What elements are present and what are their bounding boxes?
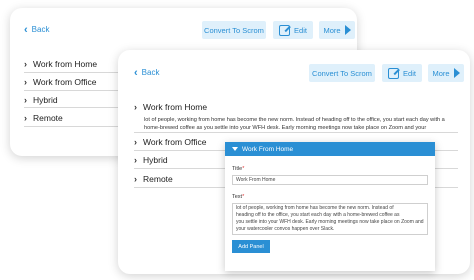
convert-label: Convert To Scrom xyxy=(204,25,264,35)
caret-right-icon: › xyxy=(24,59,27,69)
title-label-text: Title xyxy=(232,166,243,172)
caret-right-icon: › xyxy=(134,173,137,184)
add-panel-button[interactable]: Add Panel xyxy=(232,240,270,253)
text-area-line: heading off to the office, you start eac… xyxy=(236,212,400,218)
back-link[interactable]: ‹ Back xyxy=(24,23,50,36)
accordion-item-label: Hybrid xyxy=(143,155,168,165)
edit-label: Edit xyxy=(294,25,307,35)
caret-right-icon: › xyxy=(24,113,27,123)
caret-right-icon: › xyxy=(134,102,137,112)
caret-right-icon: › xyxy=(134,155,137,165)
edit-button[interactable]: Edit xyxy=(273,21,313,39)
text-label: Text* xyxy=(232,194,244,200)
edit-icon xyxy=(388,67,400,79)
accordion-item-label: Remote xyxy=(143,173,173,184)
accordion-item-label: Work from Office xyxy=(33,77,97,87)
edit-panel: Work From Home Title* Work From Home Tex… xyxy=(225,142,435,271)
edit-icon xyxy=(279,24,291,36)
text-label-text: Text xyxy=(232,194,243,200)
accordion-item-label: Work from Office xyxy=(143,137,207,147)
text-area-line: lot of people, working from home has bec… xyxy=(236,205,394,211)
more-button[interactable]: More xyxy=(319,21,355,39)
caret-right-icon: › xyxy=(24,77,27,87)
accordion-item-label: Remote xyxy=(33,113,63,123)
more-button[interactable]: More xyxy=(428,64,464,82)
edit-label: Edit xyxy=(403,68,416,78)
text-area[interactable]: lot of people, working from home has bec… xyxy=(232,203,428,235)
convert-to-scrom-button[interactable]: Convert To Scrom xyxy=(309,64,375,82)
panel-header-title: Work From Home xyxy=(242,145,294,153)
required-marker: * xyxy=(242,166,245,172)
panel-header[interactable]: Work From Home xyxy=(225,142,435,156)
more-label: More xyxy=(432,68,450,78)
convert-label: Convert To Scrom xyxy=(312,68,372,78)
caret-down-icon xyxy=(232,147,238,151)
title-input-value: Work From Home xyxy=(236,177,276,183)
chevron-left-icon: ‹ xyxy=(134,66,138,79)
accordion-item-label: Work from Home xyxy=(143,102,208,112)
convert-to-scrom-button[interactable]: Convert To Scrom xyxy=(202,21,266,39)
play-arrow-icon xyxy=(344,25,351,35)
caret-right-icon: › xyxy=(134,137,137,147)
accordion-item-label: Work from Home xyxy=(33,59,98,69)
title-label: Title* xyxy=(232,166,244,172)
play-arrow-icon xyxy=(453,68,460,78)
description-line: home-brewed coffee as you settle into yo… xyxy=(144,125,427,131)
more-label: More xyxy=(323,25,341,35)
text-area-line: you settle into your WFH desk. Early mor… xyxy=(236,219,424,225)
chevron-left-icon: ‹ xyxy=(24,23,28,36)
add-panel-label: Add Panel xyxy=(238,243,264,250)
accordion-item-label: Hybrid xyxy=(33,94,58,105)
back-link[interactable]: ‹ Back xyxy=(134,66,160,79)
caret-right-icon: › xyxy=(24,94,27,105)
edit-button[interactable]: Edit xyxy=(382,64,422,82)
text-area-line: your watercooler convos happen over Slac… xyxy=(236,226,335,232)
required-marker: * xyxy=(242,194,245,200)
title-input[interactable]: Work From Home xyxy=(232,175,428,185)
description-line: lot of people, working from home has bec… xyxy=(144,117,445,123)
accordion-item-description: lot of people, working from home has bec… xyxy=(144,116,456,132)
back-label: Back xyxy=(141,68,160,77)
back-label: Back xyxy=(31,25,50,34)
